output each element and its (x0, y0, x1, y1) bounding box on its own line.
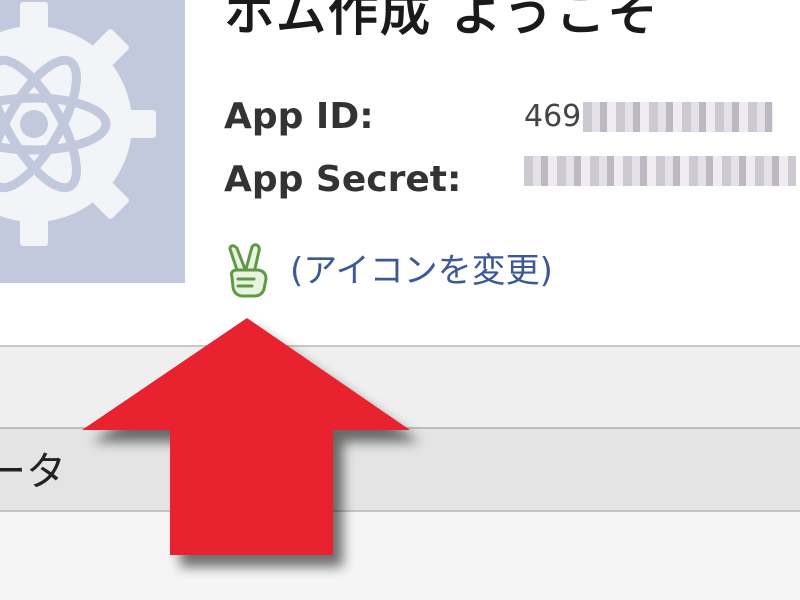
app-settings-page: ホム作成 ようこそ App ID: 469 App Secret: (アイコンを… (0, 0, 800, 600)
peace-hand-icon (228, 243, 268, 298)
app-id-value: 469 (524, 97, 774, 137)
change-icon-link[interactable]: (アイコンを変更) (224, 243, 553, 299)
section-tab[interactable] (0, 429, 800, 510)
app-secret-label: App Secret: (224, 159, 462, 200)
app-icon[interactable] (0, 0, 185, 283)
section-tab-label: ータ (0, 449, 66, 495)
app-secret-value (524, 156, 796, 186)
app-id-redacted (583, 102, 774, 132)
atom-gear-icon (0, 2, 156, 246)
section-band (0, 512, 800, 600)
change-icon-label: (アイコンを変更) (290, 251, 553, 291)
app-id-label: App ID: (224, 96, 374, 137)
app-secret-redacted (524, 156, 796, 186)
app-id-text: 469 (524, 99, 582, 134)
section-band (0, 347, 800, 427)
app-title: ホム作成 ようこそ (224, 0, 660, 42)
